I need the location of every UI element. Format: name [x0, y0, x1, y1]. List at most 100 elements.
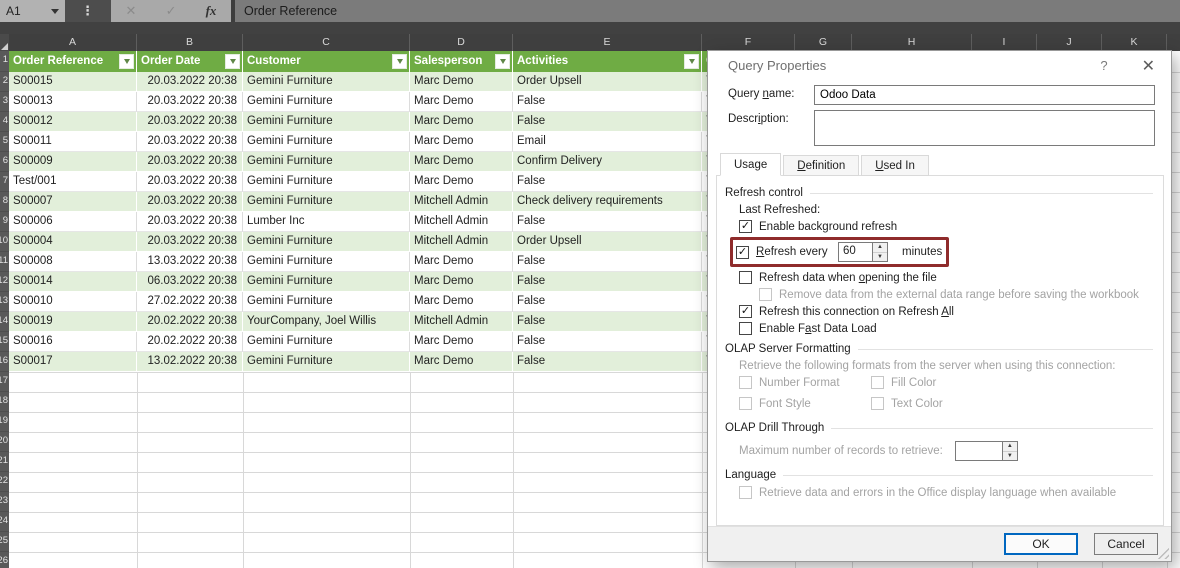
cell-activities[interactable]: False: [513, 292, 702, 312]
enable-background-refresh-checkbox[interactable]: Enable background refresh: [739, 220, 1153, 233]
name-box[interactable]: A1: [0, 0, 65, 22]
cell-customer[interactable]: Gemini Furniture: [243, 252, 410, 272]
cell-order-reference[interactable]: S00004: [9, 232, 137, 252]
cell-customer[interactable]: Gemini Furniture: [243, 232, 410, 252]
help-icon[interactable]: ?: [1100, 58, 1107, 73]
cell-salesperson[interactable]: Marc Demo: [410, 252, 513, 272]
row-header-6[interactable]: 6: [0, 152, 9, 172]
cancel-entry-icon[interactable]: ✕: [126, 3, 137, 19]
cell-customer[interactable]: Gemini Furniture: [243, 192, 410, 212]
column-header-K[interactable]: K: [1102, 34, 1167, 51]
cell-customer[interactable]: Gemini Furniture: [243, 352, 410, 372]
insert-function-icon[interactable]: fx: [206, 3, 217, 19]
cell-customer[interactable]: Gemini Furniture: [243, 272, 410, 292]
cell-order-date[interactable]: 27.02.2022 20:38: [137, 292, 243, 312]
refresh-minutes-spinner[interactable]: 60 ▲ ▼: [838, 242, 888, 262]
cell-customer[interactable]: Gemini Furniture: [243, 72, 410, 92]
filter-button[interactable]: [392, 54, 407, 69]
cell-salesperson[interactable]: Marc Demo: [410, 112, 513, 132]
cell-salesperson[interactable]: Marc Demo: [410, 272, 513, 292]
cell-order-reference[interactable]: Test/001: [9, 172, 137, 192]
cell-activities[interactable]: False: [513, 212, 702, 232]
cell-order-date[interactable]: 20.03.2022 20:38: [137, 212, 243, 232]
cell-customer[interactable]: YourCompany, Joel Willis: [243, 312, 410, 332]
row-header-16[interactable]: 16: [0, 352, 9, 372]
dialog-title-bar[interactable]: Query Properties ? ✕: [708, 51, 1171, 80]
close-icon[interactable]: ✕: [1142, 56, 1155, 76]
row-header-14[interactable]: 14: [0, 312, 9, 332]
column-header-B[interactable]: B: [137, 34, 243, 51]
cell-salesperson[interactable]: Mitchell Admin: [410, 312, 513, 332]
column-header-F[interactable]: F: [702, 34, 795, 51]
row-header-21[interactable]: 21: [0, 452, 9, 472]
cell-activities[interactable]: False: [513, 172, 702, 192]
cell-activities[interactable]: False: [513, 332, 702, 352]
cell-order-date[interactable]: 20.02.2022 20:38: [137, 312, 243, 332]
column-header-G[interactable]: G: [795, 34, 852, 51]
row-header-5[interactable]: 5: [0, 132, 9, 152]
cell-activities[interactable]: False: [513, 112, 702, 132]
header-salesperson[interactable]: Salesperson: [410, 51, 513, 72]
cell-activities[interactable]: False: [513, 352, 702, 372]
column-header-H[interactable]: H: [852, 34, 972, 51]
column-header-E[interactable]: E: [513, 34, 702, 51]
row-header-23[interactable]: 23: [0, 492, 9, 512]
cell-order-date[interactable]: 20.03.2022 20:38: [137, 232, 243, 252]
cell-customer[interactable]: Gemini Furniture: [243, 332, 410, 352]
cell-activities[interactable]: Order Upsell: [513, 72, 702, 92]
tab-usage[interactable]: Usage: [720, 153, 781, 176]
cell-order-reference[interactable]: S00019: [9, 312, 137, 332]
cell-activities[interactable]: False: [513, 312, 702, 332]
row-header-24[interactable]: 24: [0, 512, 9, 532]
header-order-reference[interactable]: Order Reference: [9, 51, 137, 72]
cell-salesperson[interactable]: Marc Demo: [410, 292, 513, 312]
column-header-C[interactable]: C: [243, 34, 410, 51]
row-header-2[interactable]: 2: [0, 72, 9, 92]
cell-order-reference[interactable]: S00009: [9, 152, 137, 172]
row-header-15[interactable]: 15: [0, 332, 9, 352]
column-header-D[interactable]: D: [410, 34, 513, 51]
cancel-button[interactable]: Cancel: [1094, 533, 1158, 555]
tab-definition[interactable]: Definition: [783, 155, 859, 176]
cell-order-reference[interactable]: S00011: [9, 132, 137, 152]
cell-order-reference[interactable]: S00010: [9, 292, 137, 312]
cell-salesperson[interactable]: Mitchell Admin: [410, 192, 513, 212]
cell-order-reference[interactable]: S00014: [9, 272, 137, 292]
row-header-13[interactable]: 13: [0, 292, 9, 312]
header-activities[interactable]: Activities: [513, 51, 702, 72]
tab-used-in[interactable]: Used In: [861, 155, 929, 176]
ok-button[interactable]: OK: [1004, 533, 1078, 555]
cell-salesperson[interactable]: Marc Demo: [410, 332, 513, 352]
cell-activities[interactable]: False: [513, 272, 702, 292]
row-header-7[interactable]: 7: [0, 172, 9, 192]
formula-bar-options-icon[interactable]: ⋮: [65, 0, 111, 22]
cell-order-reference[interactable]: S00006: [9, 212, 137, 232]
name-box-dropdown-icon[interactable]: [51, 9, 59, 14]
cell-order-date[interactable]: 20.03.2022 20:38: [137, 112, 243, 132]
cell-order-reference[interactable]: S00008: [9, 252, 137, 272]
header-customer[interactable]: Customer: [243, 51, 410, 72]
header-order-date[interactable]: Order Date: [137, 51, 243, 72]
spinner-down-icon[interactable]: ▼: [873, 253, 887, 262]
cell-order-date[interactable]: 20.03.2022 20:38: [137, 72, 243, 92]
row-header-25[interactable]: 25: [0, 532, 9, 552]
cell-order-reference[interactable]: S00015: [9, 72, 137, 92]
cell-order-date[interactable]: 06.03.2022 20:38: [137, 272, 243, 292]
cell-activities[interactable]: Check delivery requirements: [513, 192, 702, 212]
filter-button[interactable]: [684, 54, 699, 69]
cell-customer[interactable]: Gemini Furniture: [243, 92, 410, 112]
cell-customer[interactable]: Gemini Furniture: [243, 112, 410, 132]
cell-order-date[interactable]: 20.03.2022 20:38: [137, 172, 243, 192]
row-header-1[interactable]: 1: [0, 51, 9, 72]
cell-order-date[interactable]: 20.03.2022 20:38: [137, 132, 243, 152]
select-all-corner[interactable]: [0, 34, 9, 51]
cell-customer[interactable]: Lumber Inc: [243, 212, 410, 232]
cell-order-reference[interactable]: S00013: [9, 92, 137, 112]
column-header-J[interactable]: J: [1037, 34, 1102, 51]
row-header-3[interactable]: 3: [0, 92, 9, 112]
cell-salesperson[interactable]: Mitchell Admin: [410, 232, 513, 252]
row-header-18[interactable]: 18: [0, 392, 9, 412]
row-header-17[interactable]: 17: [0, 372, 9, 392]
cell-customer[interactable]: Gemini Furniture: [243, 132, 410, 152]
cell-salesperson[interactable]: Mitchell Admin: [410, 212, 513, 232]
